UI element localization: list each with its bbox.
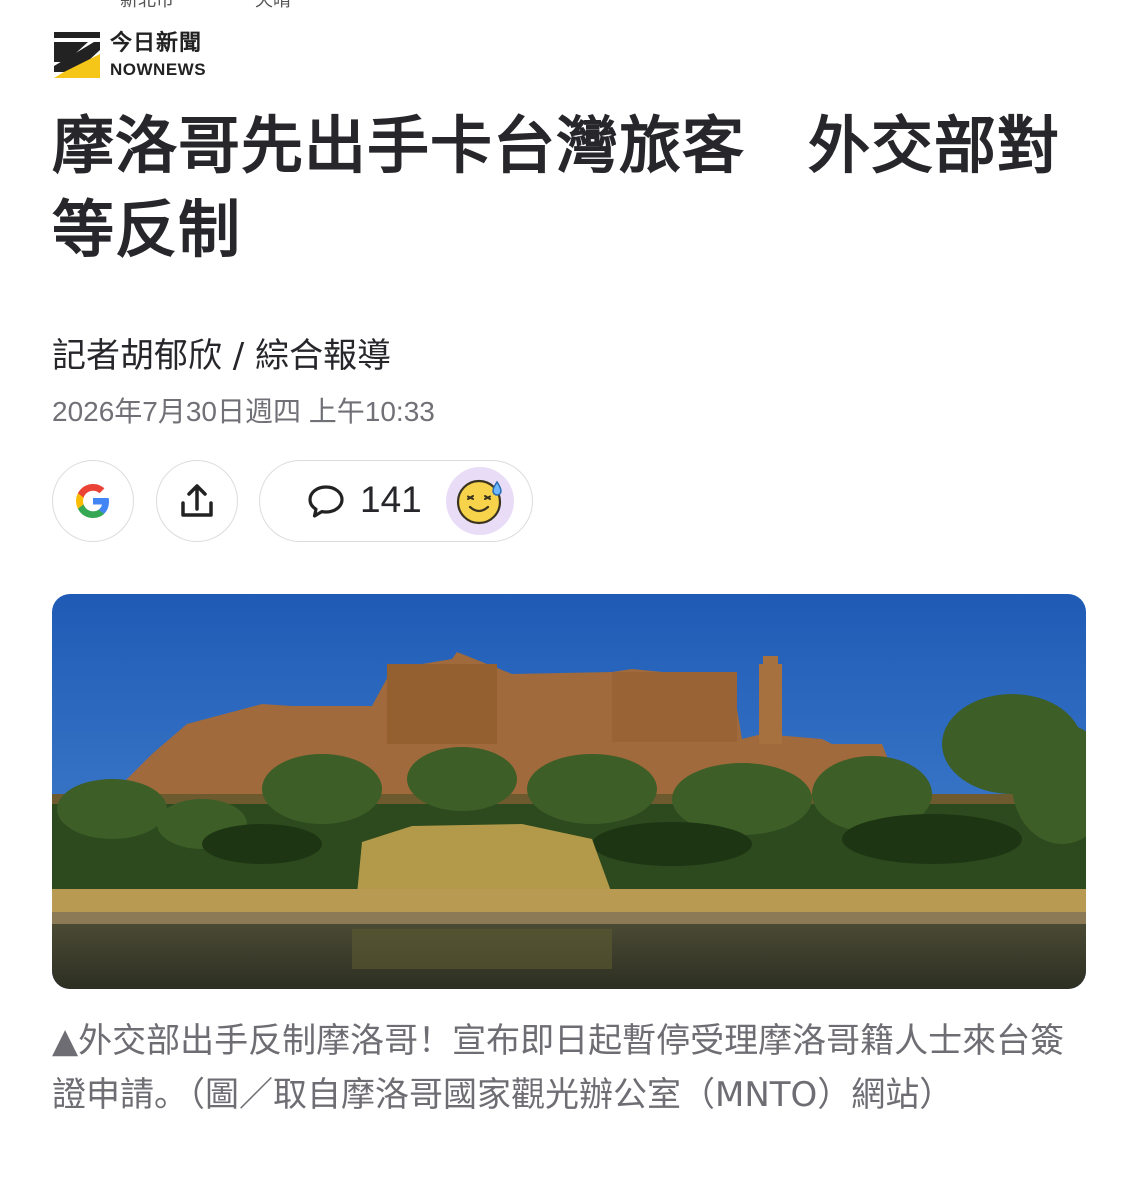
google-icon bbox=[76, 484, 109, 518]
article-datetime: 2026年7月30日週四 上午10:33 bbox=[52, 396, 435, 427]
article-title: 摩洛哥先出手卡台灣旅客 外交部對等反制 bbox=[52, 109, 1061, 266]
top-cut-left-text: 新北市 bbox=[120, 0, 174, 11]
sweat-smile-emoji-icon bbox=[456, 479, 502, 525]
top-cut-status: 新北市 天晴 bbox=[0, 0, 1138, 11]
comment-bubble-icon bbox=[308, 485, 344, 518]
brand-name-en: NOWNEWS bbox=[110, 59, 207, 79]
share-button[interactable] bbox=[156, 460, 238, 542]
nownews-logo[interactable]: 今日新聞 NOWNEWS bbox=[54, 32, 206, 78]
nownews-logo-icon bbox=[54, 32, 100, 78]
article-byline: 記者胡郁欣 / 綜合報導 bbox=[52, 336, 392, 376]
share-icon bbox=[181, 484, 213, 517]
top-cut-right-text: 天晴 bbox=[255, 0, 291, 11]
brand-name-cn: 今日新聞 bbox=[110, 30, 203, 56]
moroccan-kasbah-photo bbox=[52, 594, 1086, 989]
image-caption: ▲外交部出手反制摩洛哥！宣布即日起暫停受理摩洛哥籍人士來台簽證申請。（圖／取自摩… bbox=[52, 1021, 1065, 1115]
comment-count: 141 bbox=[360, 479, 422, 520]
google-button[interactable] bbox=[52, 460, 134, 542]
comments-button[interactable]: 141 bbox=[259, 460, 533, 542]
reaction-badge[interactable] bbox=[446, 467, 514, 535]
